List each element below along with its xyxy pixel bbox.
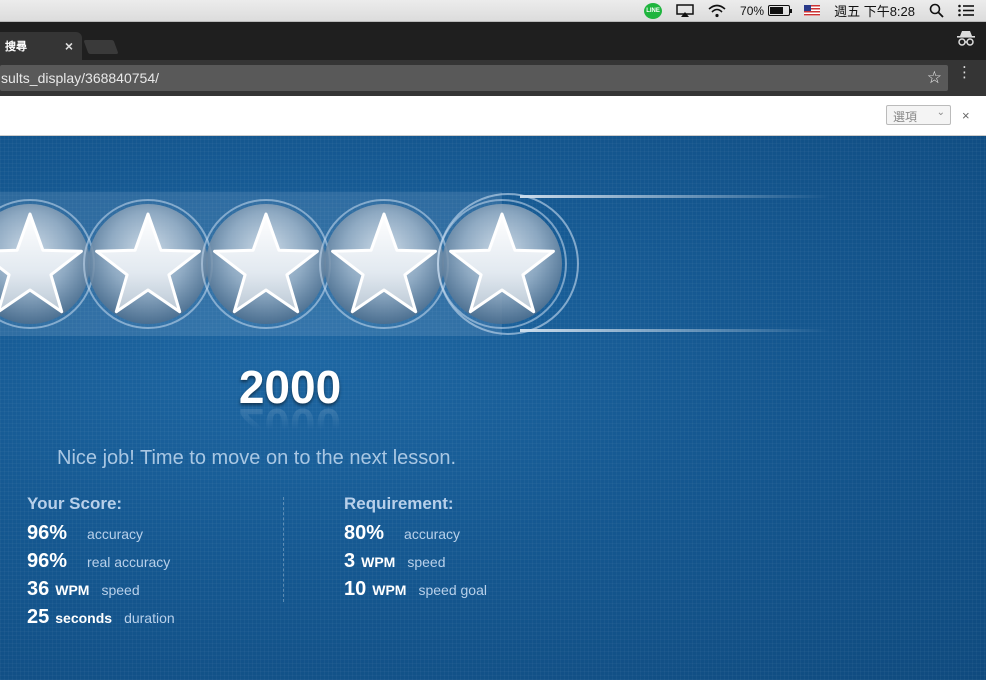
battery-icon <box>768 5 793 16</box>
star-streak-top <box>520 195 830 198</box>
chrome-menu-icon[interactable]: ⋮ <box>957 65 972 80</box>
requirement-heading: Requirement: <box>344 494 454 513</box>
your-score-value: 36 <box>27 578 50 600</box>
your-score-value: 25 <box>27 606 50 628</box>
your-score-row: 36 WPM speed <box>27 578 175 606</box>
your-score-section: Your Score: 96% accuracy 96% real accuracy 3… <box>27 494 175 634</box>
battery-status[interactable]: 70% <box>740 3 793 18</box>
translate-infobar: 選項 ⌄ × <box>0 96 986 136</box>
results-divider <box>283 497 284 602</box>
macos-menu-bar: LINE 70% 週五 下午8:28 <box>0 0 986 22</box>
address-bar[interactable]: sults_display/368840754/ ☆ <box>0 65 948 91</box>
browser-tab-strip: 搜尋 × <box>0 22 986 60</box>
requirement-row: 80% accuracy <box>344 522 487 550</box>
star-earned-icon <box>83 199 213 329</box>
input-source-flag-icon[interactable] <box>804 5 821 16</box>
star-earned-icon <box>437 199 567 329</box>
your-score-unit: seconds <box>55 610 113 626</box>
your-score-row: 25 seconds duration <box>27 606 175 634</box>
line-app-icon[interactable]: LINE <box>644 2 663 19</box>
your-score-value: 96% <box>27 522 68 544</box>
star-earned-icon <box>201 199 331 329</box>
your-score-label: real accuracy <box>87 554 171 570</box>
star-streak-bottom <box>520 329 830 332</box>
menubar-clock[interactable]: 週五 下午8:28 <box>834 1 915 20</box>
incognito-icon <box>956 30 976 50</box>
your-score-row: 96% real accuracy <box>27 550 175 578</box>
requirement-label: speed <box>407 554 446 570</box>
star-earned-icon <box>319 199 449 329</box>
airplay-icon[interactable] <box>676 3 694 18</box>
tab-title: 搜尋 <box>5 41 27 53</box>
line-icon-label: LINE <box>646 7 660 14</box>
requirement-row: 3 WPM speed <box>344 550 487 578</box>
battery-fill <box>770 7 783 14</box>
your-score-label: speed <box>101 582 140 598</box>
address-bar-url: sults_display/368840754/ <box>1 70 160 86</box>
your-score-heading: Your Score: <box>27 494 123 513</box>
requirement-row: 10 WPM speed goal <box>344 578 487 606</box>
browser-toolbar: sults_display/368840754/ ☆ ⋮ <box>0 60 986 96</box>
tab-close-icon[interactable]: × <box>65 38 73 54</box>
requirement-value: 80% <box>344 522 385 544</box>
result-message: Nice job! Time to move on to the next le… <box>57 447 457 469</box>
requirement-unit: WPM <box>361 554 396 570</box>
requirement-unit: WPM <box>372 582 407 598</box>
chevron-down-icon: ⌄ <box>936 107 945 118</box>
spotlight-search-icon[interactable] <box>929 3 944 18</box>
star-rating <box>0 192 830 336</box>
infobar-close-icon[interactable]: × <box>962 108 970 123</box>
requirement-section: Requirement: 80% accuracy 3 WPM speed 10 WPM sp… <box>344 494 487 606</box>
lesson-score: 2000 <box>238 361 342 413</box>
your-score-label: duration <box>124 610 175 626</box>
requirement-label: accuracy <box>404 526 461 542</box>
browser-tab-active[interactable]: 搜尋 × <box>0 32 82 60</box>
requirement-value: 3 <box>344 550 356 572</box>
your-score-label: accuracy <box>87 526 144 542</box>
lesson-results-panel: 2000 2000 Nice job! Time to move on to t… <box>0 136 986 680</box>
notification-center-icon[interactable] <box>958 4 974 17</box>
new-tab-button[interactable] <box>83 40 119 54</box>
your-score-row: 96% accuracy <box>27 522 175 550</box>
bookmark-star-icon[interactable]: ☆ <box>927 65 942 91</box>
requirement-value: 10 <box>344 578 367 600</box>
your-score-unit: WPM <box>55 582 90 598</box>
requirement-label: speed goal <box>418 582 487 598</box>
options-dropdown[interactable]: 選項 ⌄ <box>886 105 951 125</box>
options-dropdown-label: 選項 <box>893 110 918 124</box>
your-score-value: 96% <box>27 550 68 572</box>
wifi-icon[interactable] <box>708 4 726 18</box>
battery-percent: 70% <box>740 3 765 18</box>
